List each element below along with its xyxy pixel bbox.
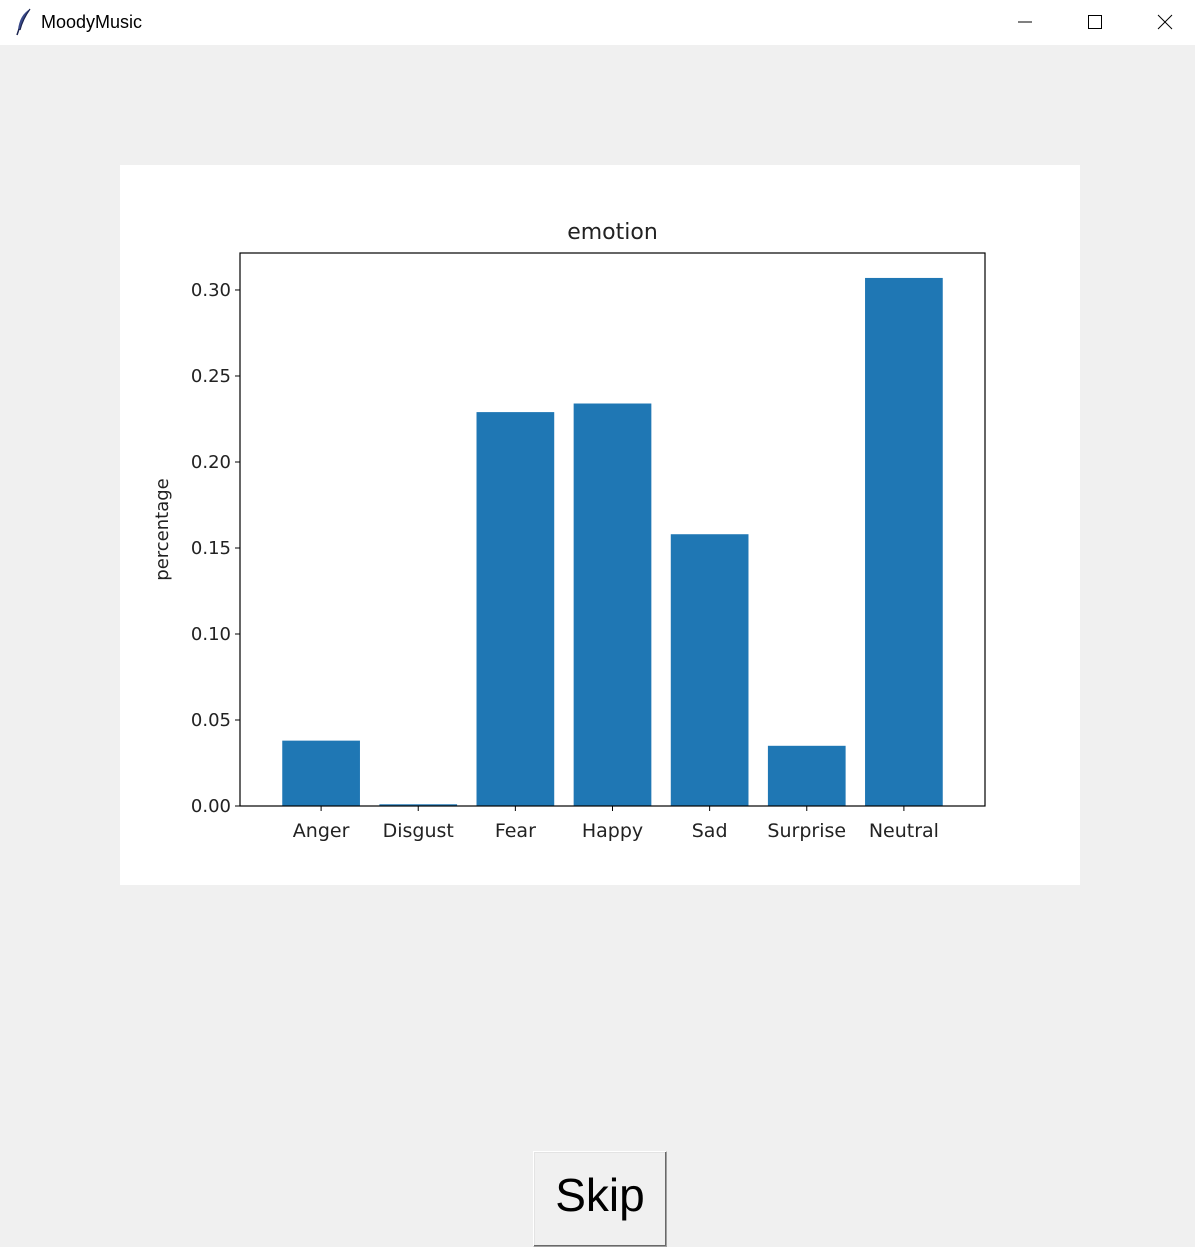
emotion-bar-chart: 0.00 0.05 0.10 0.15 0.20 0.25 0.30 Anger Disgust… — [152, 220, 986, 842]
bar-anger — [282, 740, 360, 806]
window-title: MoodyMusic — [41, 12, 143, 32]
skip-button[interactable]: Skip — [533, 1151, 667, 1247]
x-tick-label-neutral: Neutral — [869, 820, 939, 842]
y-tick-label: 0.25 — [191, 366, 231, 387]
feather-icon — [14, 8, 34, 36]
y-tick-label: 0.10 — [191, 624, 231, 645]
maximize-icon — [1088, 15, 1102, 29]
y-axis-label: percentage — [152, 478, 173, 580]
x-tick-label-fear: Fear — [495, 820, 536, 842]
minimize-icon — [1018, 21, 1032, 23]
title-bar: MoodyMusic — [0, 0, 1195, 45]
bar-sad — [670, 534, 749, 806]
bar-happy — [573, 403, 652, 806]
bar-neutral — [865, 277, 943, 806]
emotion-chart-figure: 0.00 0.05 0.10 0.15 0.20 0.25 0.30 Anger Disgust… — [120, 165, 1080, 885]
y-tick-label: 0.05 — [191, 710, 231, 731]
x-tick-label-sad: Sad — [692, 820, 728, 842]
minimize-button[interactable] — [990, 0, 1060, 45]
bar-surprise — [767, 745, 846, 806]
close-icon — [1157, 14, 1173, 30]
x-tick-label-surprise: Surprise — [767, 820, 846, 842]
chart-title: emotion — [567, 220, 658, 245]
x-tick-label-disgust: Disgust — [383, 820, 454, 842]
y-tick-label: 0.20 — [191, 452, 231, 473]
x-tick-label-happy: Happy — [582, 820, 643, 842]
bar-fear — [476, 412, 555, 806]
y-tick-label: 0.30 — [191, 280, 231, 301]
maximize-button[interactable] — [1060, 0, 1130, 45]
x-tick-label-anger: Anger — [293, 820, 350, 842]
y-tick-label: 0.00 — [191, 796, 231, 817]
close-button[interactable] — [1130, 0, 1195, 45]
y-tick-label: 0.15 — [191, 538, 231, 559]
